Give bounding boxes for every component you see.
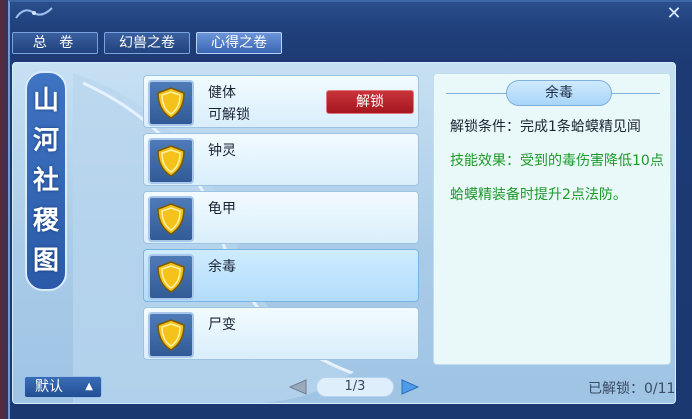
caret-up-icon: ▲ (85, 381, 93, 392)
tab-insights[interactable]: 心得之卷 (196, 32, 282, 54)
shield-icon (148, 138, 194, 184)
ornament-icon (15, 7, 53, 19)
insight-list: 健体 可解锁 解锁 钟灵 龟甲 余毒 尸变 (143, 75, 421, 365)
detail-header: 余毒 (434, 80, 672, 106)
banner-char-4: 稷 (32, 206, 59, 236)
list-item-jianti[interactable]: 健体 可解锁 解锁 (143, 75, 419, 128)
sort-label: 默认 (35, 379, 63, 395)
shanhe-sheji-banner: 山 河 社 稷 图 (25, 71, 67, 291)
shield-icon (148, 312, 194, 358)
list-item-yudu[interactable]: 余毒 (143, 249, 419, 302)
content-panel: 山 河 社 稷 图 健体 可解锁 解锁 钟灵 龟甲 余毒 尸变 余毒 解锁条件：… (12, 62, 676, 404)
left-arrow-icon[interactable] (286, 378, 308, 396)
banner-char-2: 河 (32, 126, 59, 156)
unlock-condition: 解锁条件：完成1条蛤蟆精见闻 (450, 119, 641, 135)
item-name: 龟甲 (208, 201, 236, 217)
item-name: 尸变 (208, 317, 236, 333)
skill-effect: 技能效果：受到的毒伤害降低10点 (450, 153, 664, 169)
item-name: 余毒 (208, 259, 236, 275)
shield-icon (148, 254, 194, 300)
detail-panel: 余毒 解锁条件：完成1条蛤蟆精见闻 技能效果：受到的毒伤害降低10点 蛤蟆精装备… (433, 73, 671, 365)
right-arrow-icon[interactable] (400, 378, 422, 396)
list-item-shibian[interactable]: 尸变 (143, 307, 419, 360)
banner-char-3: 社 (32, 166, 59, 196)
page-indicator: 1/3 (316, 377, 394, 397)
tab-phantom-beasts[interactable]: 幻兽之卷 (104, 32, 190, 54)
item-name: 健体 (208, 85, 236, 101)
banner-char-5: 图 (32, 246, 59, 276)
tab-bar: 总 卷 幻兽之卷 心得之卷 (12, 32, 282, 56)
pager: 1/3 (284, 374, 424, 400)
shield-icon (148, 196, 194, 242)
close-button[interactable]: ✕ (660, 4, 688, 24)
tab-general[interactable]: 总 卷 (12, 32, 98, 54)
shield-icon (148, 80, 194, 126)
item-name: 钟灵 (208, 143, 236, 159)
unlocked-count: 已解锁：0/11 (588, 381, 676, 397)
unlock-button[interactable]: 解锁 (326, 90, 414, 114)
list-item-guijia[interactable]: 龟甲 (143, 191, 419, 244)
item-status: 可解锁 (208, 107, 250, 123)
list-item-zhongling[interactable]: 钟灵 (143, 133, 419, 186)
banner-char-1: 山 (32, 86, 59, 116)
sort-default-button[interactable]: 默认 ▲ (24, 376, 102, 398)
detail-title: 余毒 (506, 80, 612, 106)
skill-effect-extra: 蛤蟆精装备时提升2点法防。 (450, 187, 627, 203)
